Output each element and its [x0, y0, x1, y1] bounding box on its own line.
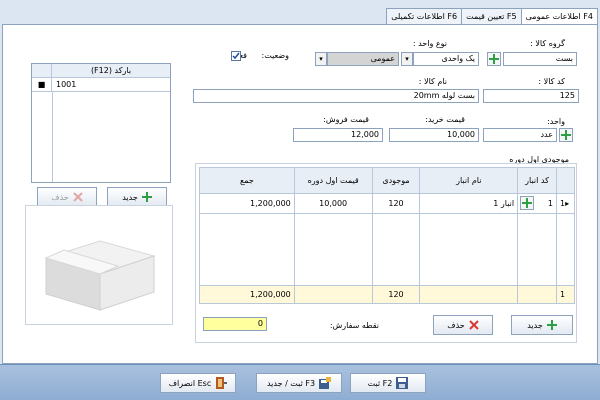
save-new-label: ثبت / جدید F3 [266, 378, 316, 388]
row-code-cell[interactable]: 1 [517, 193, 557, 214]
code-label: کد کالا : [538, 77, 565, 86]
unit-field[interactable]: عدد [483, 128, 557, 142]
cancel-label: انصراف Esc [168, 378, 212, 388]
col-quantity: موجودی [371, 167, 421, 194]
plus-icon [141, 192, 152, 202]
stock-new-label: جدید [527, 320, 543, 330]
barcode-delete-label: حذف [51, 192, 69, 202]
exit-door-icon [216, 377, 228, 389]
barcode-new-label: جدید [122, 192, 138, 202]
empty-row [199, 213, 576, 286]
row-warehouse: انبار 1 [419, 193, 519, 214]
cancel-button[interactable]: انصراف Esc [160, 373, 236, 393]
product-image [25, 205, 173, 325]
row-index-cell: 1▸ [555, 193, 576, 214]
footer-total: 1,200,000 [199, 285, 295, 304]
active-checkbox[interactable] [231, 51, 241, 61]
plus-icon [546, 320, 557, 330]
plus-icon [522, 198, 533, 208]
buy-price-field[interactable]: 10,000 [389, 128, 479, 142]
tab-pricing[interactable]: تعیین قیمت F5 [461, 8, 522, 24]
row-quantity: 120 [371, 193, 421, 214]
row-selector-icon: ■ [32, 78, 52, 91]
group-field[interactable]: بست [503, 52, 577, 66]
stock-delete-label: حذف [447, 320, 465, 330]
col-warehouse-name: نام انبار [419, 167, 519, 194]
unit-label: واحد: [547, 117, 565, 126]
code-field[interactable]: 125 [483, 89, 579, 103]
table-row[interactable]: 1,200,000 10,000 120 انبار 1 1 1▸ [199, 193, 576, 214]
floppy-disk-icon [396, 377, 409, 389]
save-new-button[interactable]: ثبت / جدید F3 [256, 373, 342, 393]
checkmark-icon [232, 52, 240, 60]
tab-additional[interactable]: اطلاعات تکمیلی F6 [386, 8, 463, 24]
reorder-label: نقطه سفارش: [329, 321, 379, 330]
add-group-button[interactable] [487, 52, 501, 66]
stock-footer-row: 1,200,000 120 1 [199, 285, 576, 304]
chevron-down-icon[interactable]: ▾ [401, 52, 413, 66]
stock-header-row: جمع قیمت اول دوره موجودی نام انبار کد ان… [199, 167, 576, 194]
general-select[interactable]: عمومی [327, 52, 399, 66]
barcode-value: 1001 [56, 80, 77, 89]
save-button[interactable]: ثبت F2 [350, 373, 426, 393]
footer-index: 1 [555, 285, 576, 304]
footer-bar: ثبت F2 ثبت / جدید F3 انصراف Esc [0, 364, 600, 400]
row-code: 1 [547, 199, 553, 208]
col-total: جمع [199, 167, 295, 194]
x-icon [469, 320, 479, 330]
plus-icon [489, 54, 499, 64]
unit-type-label: نوع واحد : [412, 39, 447, 48]
row-pointer-icon: ▸ [565, 199, 570, 208]
tab-bar: اطلاعات عمومی F4 تعیین قیمت F5 اطلاعات ت… [386, 8, 598, 25]
add-unit-button[interactable] [559, 128, 573, 142]
box-image [44, 240, 156, 311]
sell-price-field[interactable]: 12,000 [293, 128, 383, 142]
x-icon [73, 192, 83, 202]
name-field[interactable]: بست لوله 20mm [193, 89, 479, 103]
barcode-new-button[interactable]: جدید [107, 187, 167, 207]
stock-table: جمع قیمت اول دوره موجودی نام انبار کد ان… [199, 167, 576, 304]
reorder-field[interactable]: 0 [203, 317, 267, 331]
col-warehouse-code: کد انبار [517, 167, 557, 194]
general-select-value: عمومی [370, 54, 395, 63]
barcode-delete-button[interactable]: حذف [37, 187, 97, 207]
save-label: ثبت F2 [367, 378, 393, 388]
sell-price-label: قیمت فروش: [323, 115, 369, 124]
add-warehouse-button[interactable] [520, 196, 535, 210]
stock-delete-button[interactable]: حذف [433, 315, 493, 335]
chevron-down-icon[interactable]: ▾ [315, 52, 327, 66]
status-label: وضعیت: [261, 51, 289, 60]
row-total: 1,200,000 [199, 193, 295, 214]
unit-type-select[interactable]: یک واحدی [413, 52, 479, 66]
save-new-icon [319, 377, 332, 389]
table-row[interactable]: ■ 1001 [32, 78, 170, 92]
stock-new-button[interactable]: جدید [511, 315, 573, 335]
col-initial-price: قیمت اول دوره [293, 167, 373, 194]
barcode-header: (F12) بارکد [90, 66, 132, 75]
group-label: گروه کالا : [530, 39, 565, 48]
plus-icon [561, 130, 571, 140]
buy-price-label: قیمت خرید: [425, 115, 465, 124]
name-label: نام کالا : [418, 77, 447, 86]
footer-quantity: 120 [371, 285, 421, 304]
general-info-panel: گروه کالا : بست نوع واحد : ▾ یک واحدی ▾ … [2, 24, 598, 364]
row-price: 10,000 [293, 193, 373, 214]
tab-general[interactable]: اطلاعات عمومی F4 [520, 8, 598, 25]
barcode-grid: (F12) بارکد ■ 1001 [31, 63, 171, 183]
